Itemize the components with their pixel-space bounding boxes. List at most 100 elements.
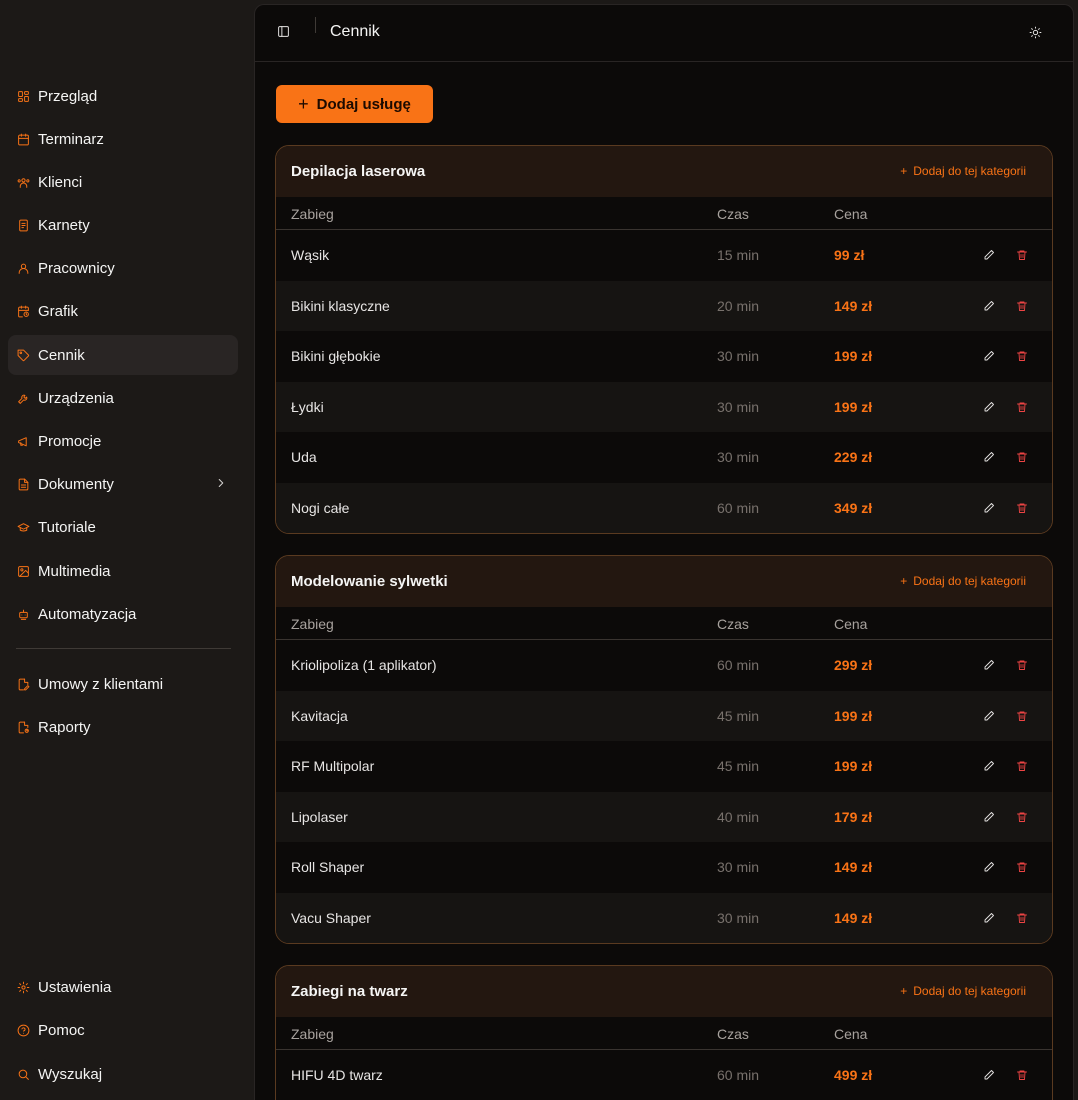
service-price: 499 zł [834,1067,873,1083]
trash-icon[interactable] [1016,658,1030,672]
trash-icon[interactable] [1016,709,1030,723]
chevron-right-icon[interactable] [214,476,228,490]
add-to-category-button[interactable]: + Dodaj do tej kategorii [900,984,1026,998]
pencil-icon[interactable] [983,658,997,672]
megaphone-icon [16,434,30,448]
pencil-icon[interactable] [983,400,997,414]
pencil-icon[interactable] [983,299,997,313]
sidebar-item-cennik[interactable]: Cennik [8,335,238,375]
category-header: Modelowanie sylwetki + Dodaj do tej kateg… [276,556,1052,607]
sidebar: Przegląd Terminarz Klienci Karnety Praco… [0,0,248,1100]
pencil-icon[interactable] [983,709,997,723]
add-service-button[interactable]: + Dodaj usługę [276,85,433,123]
help-icon [16,1023,30,1037]
sidebar-item-przeglad[interactable]: Przegląd [8,76,238,116]
service-time: 40 min [717,808,760,825]
sidebar-item-umowy[interactable]: Umowy z klientami [8,664,238,704]
service-name: Wąsik [291,247,330,263]
user-icon [16,261,30,275]
sidebar-item-raporty[interactable]: Raporty [8,707,238,747]
bot-icon [16,607,30,621]
trash-icon[interactable] [1016,860,1030,874]
sidebar-item-karnety[interactable]: Karnety [8,205,238,245]
sidebar-item-automatyzacja[interactable]: Automatyzacja [8,594,238,634]
pencil-icon[interactable] [983,759,997,773]
service-price: 349 zł [834,499,873,516]
sidebar-item-multimedia[interactable]: Multimedia [8,551,238,591]
pencil-icon[interactable] [983,501,997,515]
pencil-icon[interactable] [983,810,997,824]
app-root: Przegląd Terminarz Klienci Karnety Praco… [0,0,1078,1100]
service-time: 30 min [717,398,760,415]
add-to-category-button[interactable]: + Dodaj do tej kategorii [900,164,1026,178]
pencil-icon[interactable] [983,450,997,464]
category-title: Depilacja laserowa [291,163,426,180]
sidebar-item-label: Pracownicy [38,259,115,277]
trash-icon[interactable] [1016,299,1030,313]
plus-icon: + [900,984,908,998]
trash-icon[interactable] [1016,400,1030,414]
pencil-icon[interactable] [983,248,997,262]
sidebar-item-label: Wyszukaj [38,1065,103,1083]
pencil-icon[interactable] [983,1068,997,1082]
sidebar-item-promocje[interactable]: Promocje [8,421,238,461]
column-header-time: Czas [717,1026,749,1042]
sidebar-item-pomoc[interactable]: Pomoc [8,1010,238,1050]
service-time: 30 min [717,348,760,364]
trash-icon[interactable] [1016,501,1030,515]
service-price: 199 zł [834,398,873,415]
report-icon [16,720,30,734]
trash-icon[interactable] [1016,759,1030,773]
service-time: 45 min [717,758,760,774]
contract-icon [16,677,30,691]
trash-icon[interactable] [1016,248,1030,262]
trash-icon[interactable] [1016,450,1030,464]
sidebar-item-dokumenty[interactable]: Dokumenty [8,464,238,504]
service-price: 149 zł [834,909,873,926]
sidebar-item-klienci[interactable]: Klienci [8,162,238,202]
category-card: Modelowanie sylwetki + Dodaj do tej kateg… [275,555,1053,944]
calendar-clock-icon [16,304,30,318]
service-time: 30 min [717,909,760,926]
service-time: 30 min [717,859,760,875]
pencil-icon[interactable] [983,349,997,363]
graduation-cap-icon [16,520,30,534]
sidebar-item-grafik[interactable]: Grafik [8,291,238,331]
add-to-category-label: Dodaj do tej kategorii [913,984,1026,998]
table-row: Lipolaser 40 min 179 zł [276,791,1052,842]
service-name: Bikini klasyczne [291,297,390,314]
trash-icon[interactable] [1016,810,1030,824]
service-time: 60 min [717,657,760,673]
service-price: 149 zł [834,859,873,875]
plus-icon: + [298,94,309,114]
sidebar-item-pracownicy[interactable]: Pracownicy [8,248,238,288]
sidebar-item-wyszukaj[interactable]: Wyszukaj [8,1054,238,1094]
trash-icon[interactable] [1016,911,1030,925]
table-header: Zabieg Czas Cena [276,1017,1052,1050]
sun-icon[interactable] [1029,26,1043,40]
table-row: Bikini głębokie 30 min 199 zł [276,331,1052,382]
sidebar-item-label: Dokumenty [38,475,114,493]
table-row: Uda 30 min 229 zł [276,432,1052,483]
ticket-icon [16,218,30,232]
page-title: Cennik [330,23,380,40]
service-price: 99 zł [834,247,865,263]
sidebar-item-tutoriale[interactable]: Tutoriale [8,507,238,547]
sidebar-item-ustawienia[interactable]: Ustawienia [8,967,238,1007]
pencil-icon[interactable] [983,911,997,925]
table-row: Kriolipoliza (1 aplikator) 60 min 299 zł [276,640,1052,691]
pencil-icon[interactable] [983,860,997,874]
service-price: 149 zł [834,297,873,314]
add-to-category-button[interactable]: + Dodaj do tej kategorii [900,574,1026,588]
sidebar-item-urzadzenia[interactable]: Urządzenia [8,378,238,418]
add-service-label: Dodaj usługę [316,95,411,113]
sidebar-item-label: Terminarz [38,130,104,148]
grid-icon [16,89,30,103]
table-row: RF Multipolar 45 min 199 zł [276,741,1052,792]
sidebar-item-terminarz[interactable]: Terminarz [8,119,238,159]
service-name: Lipolaser [291,808,348,825]
sidebar-toggle-icon[interactable] [277,25,293,41]
sidebar-item-label: Urządzenia [38,389,114,407]
trash-icon[interactable] [1016,349,1030,363]
trash-icon[interactable] [1016,1068,1030,1082]
